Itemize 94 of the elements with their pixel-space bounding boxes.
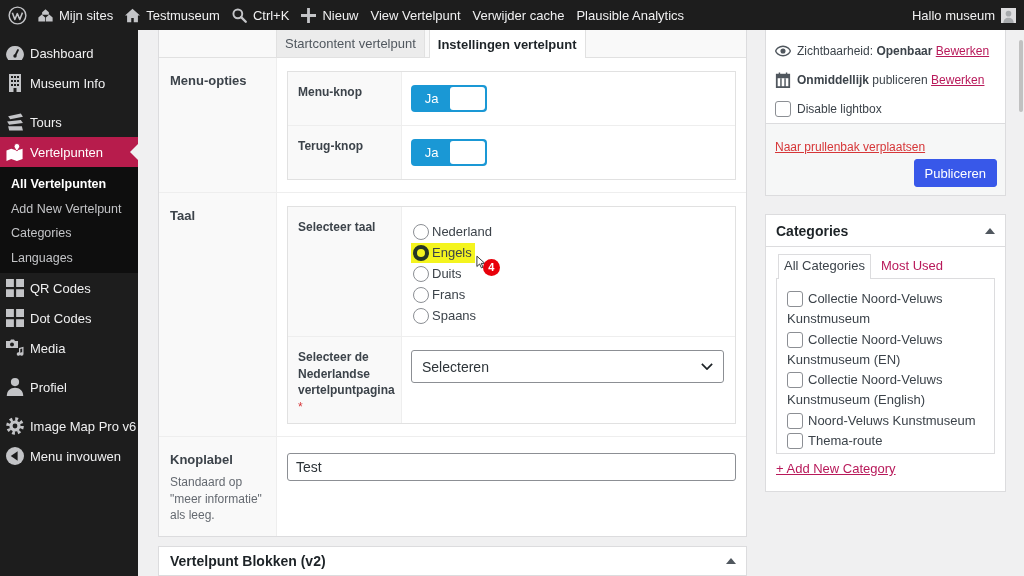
option-label[interactable]: Duits <box>432 265 462 282</box>
step-number-marker: 4 <box>482 258 500 276</box>
text-input[interactable]: Test <box>287 453 736 481</box>
admin-bar-link[interactable]: Plausible Analytics <box>570 0 691 30</box>
menu-item[interactable]: Museum Info <box>0 68 138 98</box>
admin-bar-link[interactable]: Verwijder cache <box>466 0 571 30</box>
admin-bar-link[interactable]: View Vertelpunt <box>364 0 467 30</box>
toggle-thumb[interactable] <box>450 141 485 164</box>
tab[interactable]: Instellingen vertelpunt <box>428 30 586 58</box>
field-label: Menu-knop <box>298 84 362 101</box>
category-label[interactable]: Noord-Veluws Kunstmuseum <box>787 410 984 431</box>
avatar-icon <box>1001 7 1016 23</box>
caret-up-icon[interactable] <box>726 557 736 564</box>
field-label: Menu-opties <box>170 73 247 89</box>
checkbox[interactable] <box>787 412 803 429</box>
menu-item[interactable]: Menu invouwen <box>0 441 138 471</box>
menu-item[interactable]: Vertelpunten <box>0 137 138 167</box>
radio-button[interactable] <box>413 244 429 261</box>
field-label: Taal <box>170 208 196 224</box>
map-pin-icon <box>6 143 24 161</box>
search-button[interactable]: Ctrl+K <box>225 0 296 30</box>
visibility-text: Zichtbaarheid: Openbaar Bewerken <box>797 43 990 58</box>
menu-item[interactable]: Dashboard <box>0 38 138 68</box>
edit-link[interactable]: Bewerken <box>935 43 990 58</box>
home-icon <box>125 7 141 23</box>
category-label[interactable]: Collectie Noord-Veluws Kunstmuseum (EN) <box>787 329 984 370</box>
caret-up-icon[interactable] <box>985 227 995 234</box>
category-label[interactable]: Collectie Noord-Veluws Kunstmuseum <box>787 289 984 330</box>
gauge-icon <box>6 44 24 62</box>
new-menu[interactable]: Nieuw <box>295 0 365 30</box>
checkbox[interactable] <box>787 372 803 388</box>
tab[interactable]: Most Used <box>874 254 950 278</box>
grid-icon <box>6 309 24 327</box>
menu-item[interactable]: Media <box>0 333 138 363</box>
checkbox[interactable] <box>787 331 803 348</box>
publish-button[interactable]: Publiceren <box>913 159 997 187</box>
menu-item[interactable]: Tours <box>0 107 138 137</box>
select-field[interactable]: Selecteren <box>411 350 724 383</box>
option-label[interactable]: Engels <box>432 244 472 261</box>
chevron-down-icon <box>701 363 713 370</box>
houses-icon <box>38 7 53 23</box>
category-label[interactable]: Thema-route <box>787 430 984 451</box>
option-label[interactable]: Nederland <box>432 223 492 240</box>
camera-note-icon <box>6 339 24 357</box>
sites-menu[interactable]: Mijn sites <box>32 0 120 30</box>
submenu-item[interactable]: Languages <box>0 245 138 270</box>
tab[interactable]: All Categories <box>778 254 871 279</box>
checkbox[interactable] <box>775 100 791 117</box>
menu-item[interactable]: Dot Codes <box>0 303 138 333</box>
field-label: Knoplabel <box>170 452 233 468</box>
active-pointer-icon <box>130 144 138 160</box>
plus-icon <box>301 7 317 23</box>
tab[interactable]: Startcontent vertelpunt <box>276 30 425 57</box>
building-icon <box>6 74 24 92</box>
submenu-item[interactable]: All Vertelpunten <box>0 172 138 197</box>
menu-item[interactable]: Image Map Pro v6 <box>0 411 138 441</box>
search-icon <box>231 7 247 23</box>
radio-button[interactable] <box>413 223 429 240</box>
field-description: Standaard op "meer informatie" als leeg. <box>170 474 263 524</box>
account-menu[interactable]: Hallo museum <box>905 0 1016 30</box>
gear-icon <box>6 417 24 435</box>
submenu-item[interactable]: Categories <box>0 221 138 246</box>
add-category-link[interactable]: + Add New Category <box>776 461 896 477</box>
menu-item[interactable]: QR Codes <box>0 273 138 303</box>
calendar-icon <box>775 71 791 88</box>
option-label[interactable]: Frans <box>432 286 466 303</box>
trash-link[interactable]: Naar prullenbak verplaatsen <box>775 139 926 155</box>
circle-logo-icon[interactable] <box>8 5 27 25</box>
checkbox[interactable] <box>787 291 803 307</box>
edit-link[interactable]: Bewerken <box>931 72 985 87</box>
grid-icon <box>6 279 24 297</box>
site-menu[interactable]: Testmuseum <box>119 0 226 30</box>
toggle-thumb[interactable] <box>450 87 485 110</box>
submenu-item[interactable]: Add New Vertelpunt <box>0 196 138 221</box>
menu-item[interactable]: Profiel <box>0 372 138 402</box>
stacked-papers-icon <box>6 113 24 131</box>
left-arrow-circle-icon[interactable] <box>6 447 24 465</box>
checkbox[interactable] <box>787 432 803 449</box>
scrollbar-thumb[interactable] <box>1019 40 1023 112</box>
box-title: Vertelpunt Blokken (v2) <box>170 552 326 569</box>
person-icon <box>6 378 24 396</box>
field-label: Selecteer de Nederlandse vertelpuntpagina <box>298 349 395 399</box>
schedule-text: Onmiddellijk publiceren Bewerken <box>797 72 985 87</box>
field-label: Selecteer taal <box>298 219 376 236</box>
option-label[interactable]: Spaans <box>432 307 477 324</box>
field-label: Terug-knop <box>298 138 364 155</box>
category-label[interactable]: Collectie Noord-Veluws Kunstmuseum (English) <box>787 370 984 411</box>
checkbox-label[interactable]: Disable lightbox <box>797 101 882 116</box>
box-title: Categories <box>776 222 849 239</box>
radio-button[interactable] <box>413 265 429 282</box>
required-mark: * <box>298 398 303 415</box>
radio-button[interactable] <box>413 286 429 303</box>
radio-button[interactable] <box>413 307 429 324</box>
cursor-icon <box>475 254 485 269</box>
